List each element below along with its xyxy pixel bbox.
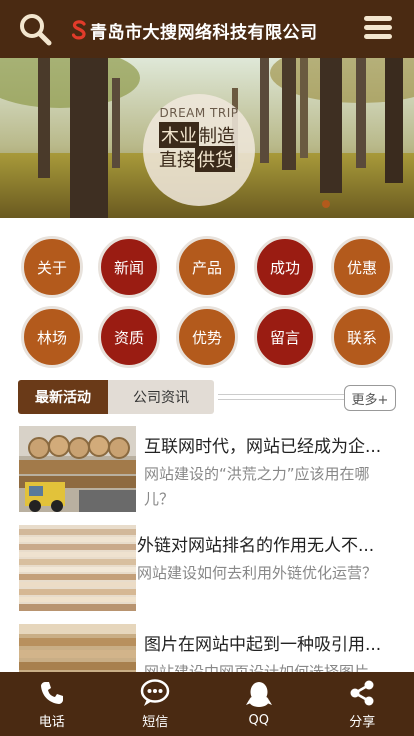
hamburger-menu-icon[interactable] (364, 16, 394, 44)
search-icon[interactable] (18, 12, 52, 46)
bottom-sms-button[interactable]: 短信 (104, 672, 208, 736)
news-tabs: 最新活动 公司资讯 更多+ (18, 380, 396, 414)
bottom-phone-button[interactable]: 电话 (0, 672, 104, 736)
list-item[interactable]: 外链对网站排名的作用无人不... 网站建设如何去利用外链优化运营？ (0, 525, 414, 615)
news-desc: 网站建设的“洪荒之力”应该用在哪儿？ (144, 465, 370, 508)
list-item[interactable]: 互联网时代，网站已经成为企... 网站建设的“洪荒之力”应该用在哪儿？ (0, 426, 414, 516)
top-header: 青岛市大搜网络科技有限公司 (0, 0, 414, 58)
news-title: 外链对网站排名的作用无人不... (137, 536, 375, 556)
divider (218, 394, 358, 400)
nav-forest[interactable]: 林场 (21, 306, 83, 368)
nav-products[interactable]: 产品 (176, 236, 238, 298)
share-icon (347, 679, 377, 707)
nav-message[interactable]: 留言 (254, 306, 316, 368)
nav-contact[interactable]: 联系 (331, 306, 393, 368)
news-title: 图片在网站中起到一种吸引用... (144, 635, 382, 655)
nav-about[interactable]: 关于 (21, 236, 83, 298)
site-title-text: 青岛市大搜网络科技有限公司 (90, 22, 318, 43)
bottom-share-button[interactable]: 分享 (311, 672, 414, 736)
nav-cases[interactable]: 成功 (254, 236, 316, 298)
nav-offers[interactable]: 优惠 (331, 236, 393, 298)
logo-icon (72, 20, 86, 40)
phone-icon (37, 679, 67, 707)
bottom-qq-label: QQ (248, 712, 269, 728)
nav-advantages[interactable]: 优势 (176, 306, 238, 368)
bottom-sms-label: 短信 (142, 714, 169, 730)
tab-company-news[interactable]: 公司资讯 (108, 380, 214, 414)
more-button[interactable]: 更多+ (344, 385, 396, 411)
site-title[interactable]: 青岛市大搜网络科技有限公司 (72, 16, 318, 44)
news-thumbnail (19, 426, 136, 512)
news-thumbnail (19, 525, 136, 611)
bottom-share-label: 分享 (349, 714, 376, 730)
nav-qualification[interactable]: 资质 (98, 306, 160, 368)
nav-news[interactable]: 新闻 (98, 236, 160, 298)
news-desc: 网站建设如何去利用外链优化运营？ (137, 564, 378, 582)
banner-slogan-line2: 直接 供货 (159, 146, 235, 172)
banner-en-text: DREAM TRIP (159, 106, 239, 120)
bottom-phone-label: 电话 (38, 714, 65, 730)
bottom-nav-bar: 电话 短信 QQ 分享 (0, 672, 414, 736)
news-title: 互联网时代，网站已经成为企... (144, 437, 382, 457)
banner-slogan-badge: DREAM TRIP 木业 制造 直接 供货 (143, 94, 255, 206)
banner-slogan-line1: 木业 制造 (159, 122, 235, 148)
qq-penguin-icon (244, 681, 274, 709)
chat-bubble-icon (140, 678, 170, 707)
tab-latest-activity[interactable]: 最新活动 (18, 380, 108, 414)
bottom-qq-button[interactable]: QQ (207, 672, 311, 736)
hero-banner[interactable]: DREAM TRIP 木业 制造 直接 供货 (0, 58, 414, 218)
